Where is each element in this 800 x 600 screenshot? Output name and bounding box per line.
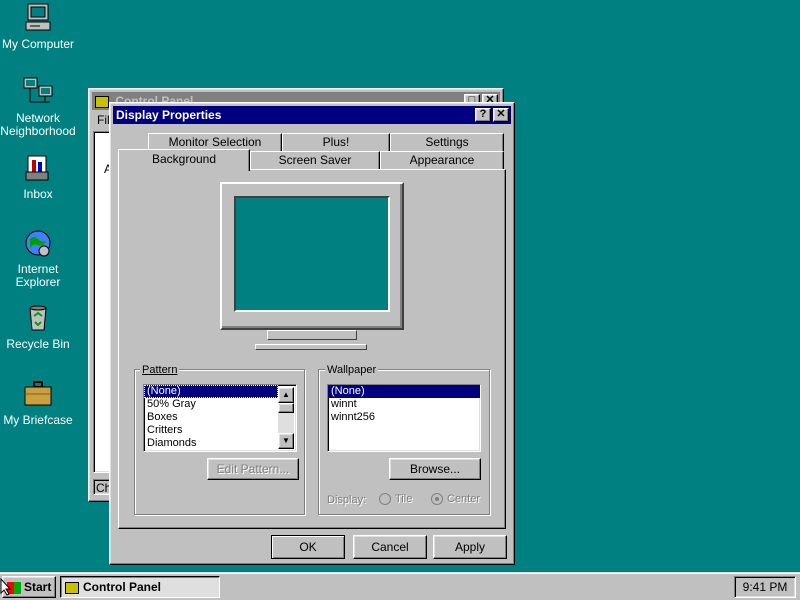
dialog-title: Display Properties — [116, 108, 222, 122]
network-neighborhood-icon — [23, 77, 53, 103]
pattern-item[interactable]: Diamonds — [144, 437, 296, 450]
clock[interactable]: 9:41 PM — [743, 580, 788, 594]
display-label: Display: — [327, 494, 367, 506]
pattern-label: Pattern — [140, 364, 180, 376]
taskbar: Start Control Panel 9:41 PM — [0, 572, 800, 600]
apply-button[interactable]: Apply — [433, 535, 507, 559]
wallpaper-item[interactable]: (None) — [328, 385, 480, 398]
tile-radio[interactable]: Tile — [379, 492, 419, 506]
tab-settings[interactable]: Settings — [390, 133, 504, 151]
scroll-up-button[interactable]: ▲ — [278, 387, 294, 403]
tab-plus[interactable]: Plus! — [282, 133, 390, 151]
inbox-icon — [25, 155, 49, 181]
briefcase-icon — [24, 381, 52, 406]
recycle-bin-icon — [29, 305, 47, 331]
pattern-scrollbar[interactable]: ▲ ▼ — [278, 387, 294, 449]
monitor-base — [255, 344, 367, 350]
system-tray: 9:41 PM — [734, 576, 796, 598]
desktop-icon-my-computer[interactable]: My Computer — [0, 2, 77, 51]
tab-appearance[interactable]: Appearance — [380, 151, 504, 169]
desktop-icon-label: My Briefcase — [3, 413, 73, 427]
desktop-icon-internet-explorer[interactable]: Internet Explorer — [0, 227, 77, 289]
start-label: Start — [24, 580, 52, 594]
browse-button[interactable]: Browse... — [389, 458, 481, 480]
edit-pattern-button[interactable]: Edit Pattern... — [207, 458, 299, 480]
radio-icon — [379, 493, 391, 505]
monitor-preview — [220, 182, 404, 330]
monitor-neck — [267, 330, 357, 340]
desktop-icon-inbox[interactable]: Inbox — [0, 152, 77, 201]
internet-explorer-icon — [25, 230, 51, 257]
pattern-listbox[interactable]: (None) 50% Gray Boxes Critters Diamonds … — [143, 384, 297, 452]
desktop-icon-label-line2: Explorer — [15, 275, 61, 289]
folder-icon — [65, 581, 79, 594]
desktop-icon-recycle-bin[interactable]: Recycle Bin — [0, 302, 77, 351]
my-computer-icon — [25, 3, 51, 31]
help-button[interactable]: ? — [475, 108, 491, 122]
tab-label: Settings — [425, 135, 469, 149]
wallpaper-label: Wallpaper — [325, 364, 379, 376]
desktop-icon-network-neighborhood[interactable]: Network Neighborhood — [0, 76, 77, 138]
desktop-icon-label-line2: Neighborhood — [0, 124, 76, 138]
dialog-titlebar[interactable]: Display Properties ? ✕ — [113, 106, 511, 124]
tab-label: Plus! — [322, 135, 350, 149]
tab-label: Appearance — [409, 153, 475, 167]
pattern-item[interactable]: Critters — [144, 424, 296, 437]
pattern-item[interactable]: (None) — [144, 385, 278, 398]
desktop-icon-label: My Computer — [1, 37, 75, 51]
tab-background[interactable]: Background — [118, 149, 250, 171]
tab-panel: Pattern (None) 50% Gray Boxes Critters D… — [118, 169, 506, 529]
tab-label: Background — [151, 152, 217, 166]
desktop-icon-label: Recycle Bin — [6, 337, 70, 351]
desktop-icon-label: Inbox — [23, 187, 53, 201]
pattern-item[interactable]: 50% Gray — [144, 398, 296, 411]
wallpaper-item[interactable]: winnt — [328, 398, 480, 411]
wallpaper-listbox[interactable]: (None) winnt winnt256 — [327, 384, 481, 452]
tile-label: Tile — [395, 493, 413, 505]
desktop-icon-my-briefcase[interactable]: My Briefcase — [0, 378, 77, 427]
scroll-thumb[interactable] — [278, 403, 294, 413]
task-label: Control Panel — [83, 580, 162, 594]
cancel-button[interactable]: Cancel — [353, 535, 427, 559]
wallpaper-item[interactable]: winnt256 — [328, 411, 480, 424]
monitor-screen — [234, 196, 390, 312]
center-label: Center — [447, 493, 481, 505]
tab-label: Screen Saver — [278, 153, 352, 167]
ok-button[interactable]: OK — [271, 535, 345, 559]
pattern-item[interactable]: Boxes — [144, 411, 296, 424]
close-button[interactable]: ✕ — [493, 108, 509, 122]
task-control-panel[interactable]: Control Panel — [60, 576, 220, 598]
center-radio[interactable]: Center — [431, 492, 487, 506]
tab-screen-saver[interactable]: Screen Saver — [250, 151, 380, 169]
display-properties-dialog[interactable]: Display Properties ? ✕ Monitor Selection… — [109, 102, 515, 565]
scroll-down-button[interactable]: ▼ — [278, 433, 294, 449]
folder-icon — [95, 95, 109, 108]
tab-label: Monitor Selection — [168, 135, 262, 149]
radio-selected-icon — [431, 493, 443, 505]
mouse-cursor-icon — [0, 578, 12, 596]
